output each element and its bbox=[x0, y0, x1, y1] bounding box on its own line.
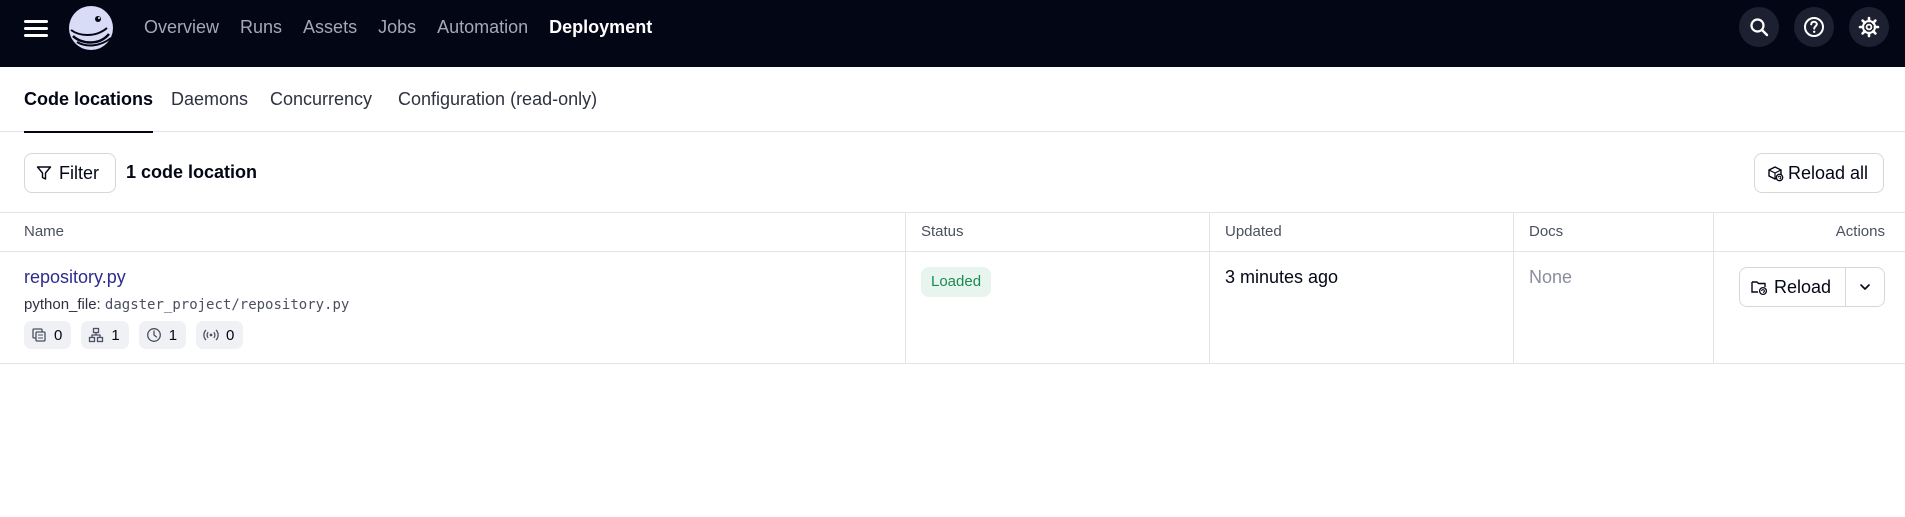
reload-label: Reload bbox=[1774, 276, 1832, 297]
jobs-count: 1 bbox=[111, 326, 120, 344]
code-location-count: 1 code location bbox=[126, 162, 258, 182]
menu-icon[interactable] bbox=[24, 17, 50, 39]
main-nav: Overview Runs Assets Jobs Automation Dep… bbox=[144, 0, 673, 55]
reload-button-group: Reload bbox=[1739, 267, 1885, 307]
search-icon bbox=[1750, 18, 1769, 37]
nav-automation[interactable]: Automation bbox=[437, 17, 528, 38]
header-name: Name bbox=[24, 223, 65, 240]
code-location-link[interactable]: repository.py bbox=[24, 267, 126, 288]
tab-configuration[interactable]: Configuration (read-only) bbox=[398, 67, 597, 132]
reload-folder-icon bbox=[1751, 281, 1768, 296]
filter-button[interactable]: Filter bbox=[24, 153, 116, 193]
code-locations-table: Name Status Updated Docs Actions reposit… bbox=[0, 212, 1905, 364]
reload-all-button[interactable]: Reload all bbox=[1754, 153, 1884, 193]
help-button[interactable] bbox=[1794, 7, 1834, 47]
nav-jobs[interactable]: Jobs bbox=[378, 17, 416, 38]
nav-assets[interactable]: Assets bbox=[303, 17, 357, 38]
settings-icon bbox=[1858, 16, 1880, 38]
sensors-count-chip[interactable]: 0 bbox=[196, 321, 244, 349]
updated-time: 3 minutes ago bbox=[1225, 267, 1339, 287]
deployment-tabs: Code locations Daemons Concurrency Confi… bbox=[0, 67, 1905, 133]
assets-count-chip[interactable]: 0 bbox=[24, 321, 72, 349]
schedules-count: 1 bbox=[168, 326, 178, 344]
header-status: Status bbox=[921, 223, 964, 240]
header-docs: Docs bbox=[1529, 223, 1564, 240]
tab-concurrency[interactable]: Concurrency bbox=[270, 67, 372, 132]
reload-all-icon bbox=[1768, 166, 1784, 182]
top-navigation-bar: Overview Runs Assets Jobs Automation Dep… bbox=[0, 0, 1905, 67]
jobs-count-chip[interactable]: 1 bbox=[81, 321, 129, 349]
table-header: Name Status Updated Docs Actions bbox=[0, 212, 1905, 252]
source-path: dagster_project/repository.py bbox=[104, 297, 350, 313]
tab-code-locations[interactable]: Code locations bbox=[24, 67, 154, 133]
filter-icon bbox=[36, 166, 52, 180]
header-actions: Actions bbox=[1835, 223, 1885, 240]
reload-options-dropdown[interactable] bbox=[1846, 268, 1884, 306]
reload-all-label: Reload all bbox=[1788, 162, 1869, 183]
search-button[interactable] bbox=[1739, 7, 1779, 47]
table-row: repository.py python_file: dagster_proje… bbox=[0, 252, 1905, 364]
code-locations-toolbar: Filter 1 code location Reload all bbox=[0, 132, 1905, 212]
job-icon bbox=[89, 327, 104, 343]
nav-runs[interactable]: Runs bbox=[240, 17, 282, 38]
filter-label: Filter bbox=[59, 162, 99, 183]
settings-button[interactable] bbox=[1849, 7, 1889, 47]
code-location-source: python_file: dagster_project/repository.… bbox=[24, 296, 349, 313]
status-badge: Loaded bbox=[921, 267, 992, 297]
chevron-down-icon bbox=[1860, 284, 1870, 290]
source-key: python_file: bbox=[24, 296, 101, 313]
nav-overview[interactable]: Overview bbox=[144, 17, 219, 38]
sensor-icon bbox=[203, 329, 219, 341]
dagster-logo[interactable] bbox=[67, 4, 115, 52]
nav-deployment[interactable]: Deployment bbox=[549, 17, 652, 38]
asset-icon bbox=[32, 328, 46, 342]
help-icon bbox=[1804, 17, 1824, 37]
definition-counts: 0 1 1 0 bbox=[24, 321, 253, 349]
assets-count: 0 bbox=[54, 326, 63, 344]
clock-icon bbox=[146, 328, 161, 342]
header-updated: Updated bbox=[1225, 223, 1282, 240]
schedules-count-chip[interactable]: 1 bbox=[138, 321, 187, 349]
sensors-count: 0 bbox=[226, 326, 235, 344]
reload-button[interactable]: Reload bbox=[1740, 268, 1846, 306]
docs-value: None bbox=[1529, 267, 1573, 287]
tab-daemons[interactable]: Daemons bbox=[171, 67, 248, 132]
